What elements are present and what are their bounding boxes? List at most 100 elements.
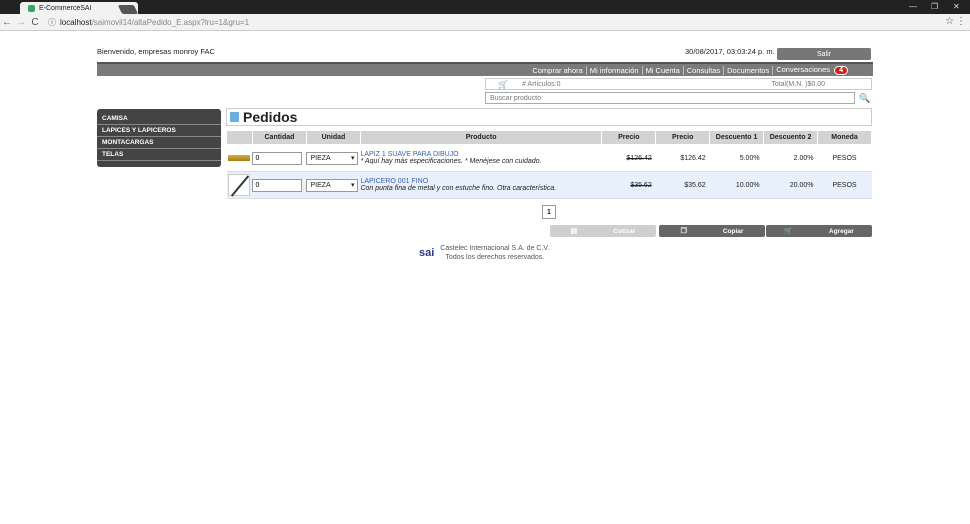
- page-title: Pedidos: [243, 109, 298, 125]
- currency: PESOS: [817, 144, 872, 172]
- dropdown-arrow-icon: ▾: [350, 155, 355, 162]
- pen-image[interactable]: [228, 174, 251, 196]
- reload-icon[interactable]: C: [28, 17, 42, 28]
- dropdown-arrow-icon: ▾: [350, 182, 355, 189]
- qty-cell: [252, 144, 307, 172]
- nav-item-mi-informacion[interactable]: Mi información: [587, 65, 643, 75]
- bookmark-star-icon[interactable]: ☆: [945, 16, 954, 27]
- product-name-link[interactable]: LAPICERO 001 FINO: [360, 178, 601, 185]
- footer-text: Castelec Internacional S.A. de C.V. Todo…: [440, 244, 549, 262]
- cart-icon[interactable]: 🛒: [498, 80, 508, 89]
- product-image-cell: [226, 171, 253, 199]
- url-path: /saimovil14/altaPedido_E.aspx?lru=1&gru=…: [91, 17, 250, 27]
- copy-button-label: Copiar: [722, 227, 744, 235]
- cart-total: Total(M.N. )$0.00: [771, 80, 825, 88]
- table-header-row: Cantidad Unidad Producto Precio Precio D…: [226, 130, 872, 145]
- category-sidebar: CAMISA LAPICES Y LAPICEROS MONTACARGAS T…: [97, 109, 221, 167]
- price: $126.42: [655, 144, 710, 172]
- sai-logo: sai: [419, 247, 435, 259]
- add-button-label: Agregar: [828, 227, 854, 235]
- unit-value: PIEZA: [310, 154, 331, 162]
- url-host: localhost: [60, 17, 92, 27]
- discount-1: 5.00%: [709, 144, 764, 172]
- unit-cell: PIEZA ▾: [306, 144, 361, 172]
- info-icon[interactable]: ⓘ: [48, 17, 56, 28]
- document-icon: ▤: [570, 228, 578, 235]
- col-producto: Producto: [359, 130, 603, 145]
- address-bar[interactable]: ⓘ localhost/saimovil14/altaPedido_E.aspx…: [48, 16, 938, 29]
- cart-summary: 🛒 # Artículos:0 Total(M.N. )$0.00: [485, 78, 872, 90]
- sidebar-item-lapices[interactable]: LAPICES Y LAPICEROS: [97, 125, 221, 137]
- table-row: PIEZA ▾ LAPICERO 001 FINO Con punta fina …: [226, 171, 872, 199]
- browser-toolbar: ← → C ⓘ localhost/saimovil14/altaPedido_…: [0, 14, 970, 31]
- product-description: Con punta fina de metal y con estuche fi…: [360, 185, 557, 192]
- unit-cell: PIEZA ▾: [306, 171, 361, 199]
- logout-button[interactable]: Salir: [777, 48, 871, 60]
- sidebar-item-montacargas[interactable]: MONTACARGAS: [97, 137, 221, 149]
- datetime-text: 30/08/2017, 03:03:24 p. m.: [685, 47, 775, 56]
- footer-company: Castelec Internacional S.A. de C.V.: [440, 245, 550, 252]
- cart-add-icon: 🛒: [784, 228, 793, 235]
- welcome-text: Bienvenido, empresas monroy FAC: [97, 47, 215, 56]
- orders-icon: [230, 112, 239, 122]
- favicon-icon: [28, 4, 35, 12]
- back-icon[interactable]: ←: [0, 17, 14, 28]
- nav-item-documentos[interactable]: Documentos: [724, 65, 774, 75]
- nav-item-conversaciones-label: Conversaciones: [776, 65, 830, 74]
- quantity-input[interactable]: [252, 151, 303, 165]
- quote-button-label: Cotizar: [613, 227, 636, 235]
- sidebar-item-camisa[interactable]: CAMISA: [97, 113, 221, 125]
- quantity-input[interactable]: [252, 178, 303, 192]
- search-input[interactable]: [485, 92, 855, 104]
- table-row: PIEZA ▾ LAPIZ 1 SUAVE PARA DIBUJO * Aquí …: [226, 144, 872, 172]
- pencil-image[interactable]: [228, 155, 251, 161]
- unit-select[interactable]: PIEZA ▾: [306, 151, 359, 165]
- nav-item-consultas[interactable]: Consultas: [684, 65, 725, 75]
- col-moneda: Moneda: [817, 130, 872, 145]
- copy-button[interactable]: ❐ Copiar: [659, 225, 765, 237]
- nav-item-comprar[interactable]: Comprar ahora: [529, 65, 587, 75]
- product-name-link[interactable]: LAPIZ 1 SUAVE PARA DIBUJO: [360, 151, 601, 158]
- top-nav: Comprar ahora Mi información Mi Cuenta C…: [97, 62, 873, 76]
- col-cantidad: Cantidad: [251, 130, 307, 145]
- product-image-cell: [226, 144, 253, 172]
- discount-2: 20.00%: [763, 171, 818, 199]
- original-price: $35.62: [601, 171, 656, 199]
- col-unidad: Unidad: [305, 130, 361, 145]
- unit-select[interactable]: PIEZA ▾: [306, 178, 359, 192]
- footer-rights: Todos los derechos reservados.: [445, 254, 545, 261]
- search-icon[interactable]: 🔍: [859, 93, 870, 104]
- forward-icon[interactable]: →: [14, 17, 28, 28]
- product-description: * Aquí hay más especificaciones. * Menéj…: [360, 158, 542, 165]
- nav-item-mi-cuenta[interactable]: Mi Cuenta: [643, 65, 684, 75]
- col-precio: Precio: [655, 130, 711, 145]
- add-to-cart-button[interactable]: 🛒 Agregar: [766, 225, 872, 237]
- cart-articles: # Artículos:0: [521, 80, 561, 88]
- browser-menu-icon[interactable]: ⋮: [956, 16, 966, 27]
- search-row: 🔍: [485, 92, 872, 104]
- quote-button[interactable]: ▤ Cotizar: [550, 225, 656, 237]
- page-title-box: Pedidos: [226, 108, 872, 126]
- unit-value: PIEZA: [310, 181, 331, 189]
- close-window-icon[interactable]: ✕: [953, 2, 960, 11]
- col-descuento-2: Descuento 2: [763, 130, 819, 145]
- product-cell: LAPIZ 1 SUAVE PARA DIBUJO * Aquí hay más…: [360, 144, 602, 172]
- currency: PESOS: [817, 171, 872, 199]
- discount-1: 10.00%: [709, 171, 764, 199]
- product-cell: LAPICERO 001 FINO Con punta fina de meta…: [360, 171, 602, 199]
- sidebar-item-telas[interactable]: TELAS: [97, 149, 221, 161]
- footer: sai Castelec Internacional S.A. de C.V. …: [419, 244, 549, 262]
- qty-cell: [252, 171, 307, 199]
- price: $35.62: [655, 171, 710, 199]
- tab-title: E-CommerceSAI: [39, 4, 92, 12]
- nav-item-conversaciones[interactable]: Conversaciones 4: [773, 65, 851, 75]
- notification-badge: 4: [834, 66, 848, 75]
- page-number-button[interactable]: 1: [542, 205, 556, 219]
- orders-table: Cantidad Unidad Producto Precio Precio D…: [226, 130, 872, 199]
- discount-2: 2.00%: [763, 144, 818, 172]
- tab-strip: E-CommerceSAI × — ❐ ✕: [0, 0, 970, 14]
- copy-icon: ❐: [680, 228, 687, 235]
- minimize-icon[interactable]: —: [909, 2, 917, 11]
- maximize-icon[interactable]: ❐: [931, 2, 938, 11]
- col-descuento-1: Descuento 1: [709, 130, 765, 145]
